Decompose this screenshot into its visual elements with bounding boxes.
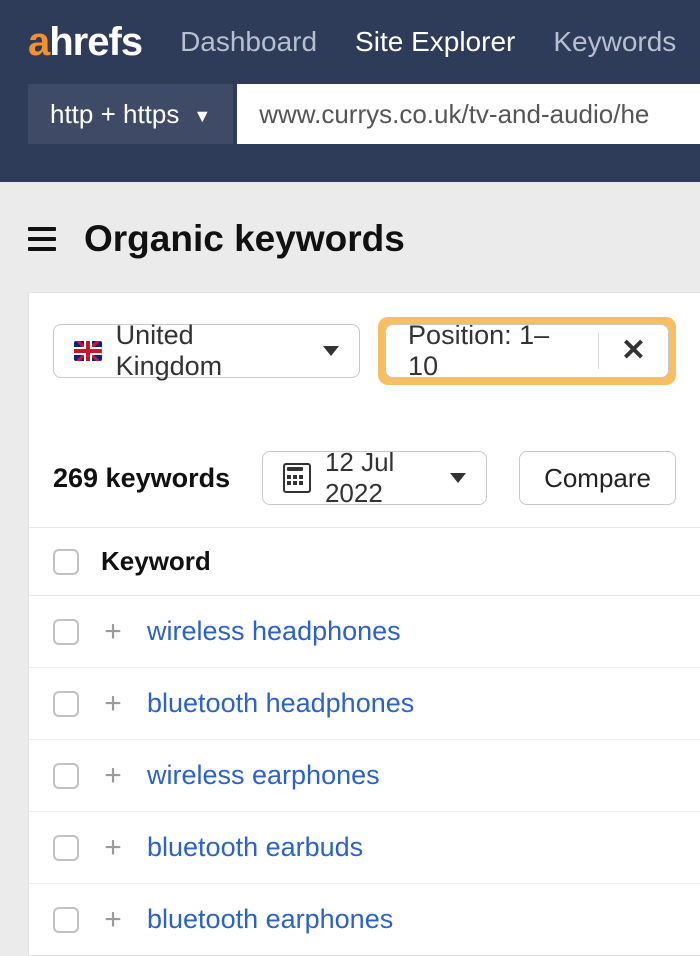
- filter-row: United Kingdom Position: 1–10 ✕: [29, 293, 700, 409]
- nav-keywords[interactable]: Keywords: [553, 26, 676, 58]
- row-checkbox[interactable]: [53, 907, 79, 933]
- protocol-select[interactable]: http + https ▼: [28, 84, 233, 144]
- date-label: 12 Jul 2022: [325, 447, 436, 509]
- position-label: Position: 1–10: [408, 324, 576, 378]
- page-title: Organic keywords: [84, 218, 405, 260]
- keyword-count: 269 keywords: [53, 463, 230, 494]
- caret-down-icon: [450, 473, 466, 483]
- position-filter-button[interactable]: Position: 1–10: [386, 325, 598, 377]
- position-filter: Position: 1–10 ✕: [385, 324, 669, 378]
- expand-icon[interactable]: +: [101, 905, 125, 935]
- hamburger-icon[interactable]: [28, 227, 56, 251]
- url-value: www.currys.co.uk/tv-and-audio/he: [259, 99, 649, 130]
- date-picker[interactable]: 12 Jul 2022: [262, 451, 487, 505]
- main-card: United Kingdom Position: 1–10 ✕ 269 keyw…: [28, 292, 700, 956]
- table-body: + wireless headphones + bluetooth headph…: [29, 595, 700, 955]
- country-filter[interactable]: United Kingdom: [53, 324, 360, 378]
- keyword-link[interactable]: bluetooth headphones: [147, 688, 414, 719]
- table-row: + bluetooth earphones: [29, 883, 700, 955]
- position-filter-highlight: Position: 1–10 ✕: [378, 317, 676, 385]
- logo-letter-a: a: [28, 20, 49, 65]
- close-icon: ✕: [621, 336, 646, 366]
- uk-flag-icon: [74, 341, 102, 361]
- expand-icon[interactable]: +: [101, 689, 125, 719]
- expand-icon[interactable]: +: [101, 617, 125, 647]
- caret-down-icon: ▼: [193, 106, 211, 127]
- top-nav: ahrefs Dashboard Site Explorer Keywords: [0, 0, 700, 84]
- calendar-icon: [283, 463, 311, 493]
- table-row: + bluetooth earbuds: [29, 811, 700, 883]
- compare-label: Compare: [544, 463, 651, 494]
- row-checkbox[interactable]: [53, 691, 79, 717]
- url-input[interactable]: www.currys.co.uk/tv-and-audio/he: [237, 84, 700, 144]
- position-filter-clear[interactable]: ✕: [599, 325, 668, 377]
- page-header: Organic keywords: [0, 182, 700, 292]
- keyword-link[interactable]: wireless earphones: [147, 760, 380, 791]
- meta-row: 269 keywords 12 Jul 2022 Compare: [29, 409, 700, 527]
- nav-site-explorer[interactable]: Site Explorer: [355, 26, 515, 58]
- compare-button[interactable]: Compare: [519, 451, 676, 505]
- keyword-link[interactable]: bluetooth earphones: [147, 904, 393, 935]
- protocol-label: http + https: [50, 99, 179, 130]
- table-header: Keyword: [29, 527, 700, 595]
- logo-rest: hrefs: [49, 20, 142, 65]
- country-label: United Kingdom: [116, 320, 305, 382]
- keyword-link[interactable]: bluetooth earbuds: [147, 832, 363, 863]
- table-row: + bluetooth headphones: [29, 667, 700, 739]
- select-all-checkbox[interactable]: [53, 549, 79, 575]
- caret-down-icon: [323, 346, 339, 356]
- row-checkbox[interactable]: [53, 619, 79, 645]
- nav-dashboard[interactable]: Dashboard: [180, 26, 317, 58]
- row-checkbox[interactable]: [53, 835, 79, 861]
- table-row: + wireless earphones: [29, 739, 700, 811]
- expand-icon[interactable]: +: [101, 833, 125, 863]
- row-checkbox[interactable]: [53, 763, 79, 789]
- expand-icon[interactable]: +: [101, 761, 125, 791]
- url-bar-row: http + https ▼ www.currys.co.uk/tv-and-a…: [0, 84, 700, 144]
- ahrefs-logo[interactable]: ahrefs: [28, 20, 142, 65]
- table-row: + wireless headphones: [29, 595, 700, 667]
- top-bar: ahrefs Dashboard Site Explorer Keywords …: [0, 0, 700, 182]
- column-header-keyword: Keyword: [101, 546, 211, 577]
- keyword-link[interactable]: wireless headphones: [147, 616, 401, 647]
